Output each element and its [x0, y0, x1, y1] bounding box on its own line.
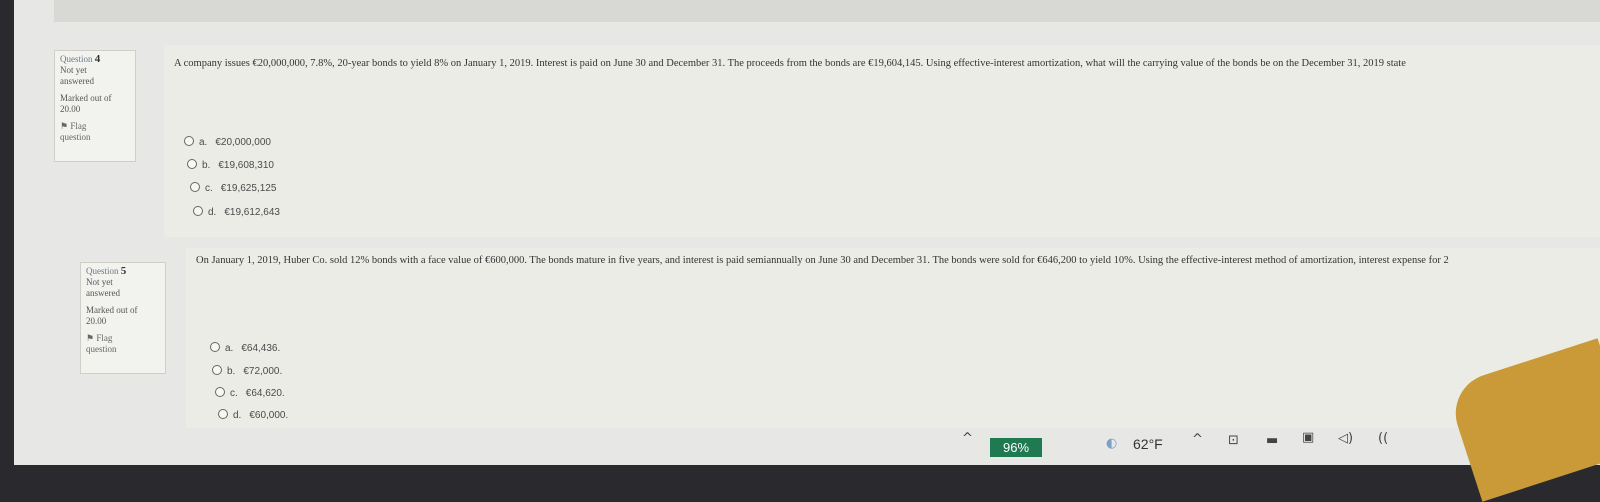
marked-line1: Marked out of	[86, 305, 138, 315]
battery-indicator[interactable]: 96%	[990, 438, 1042, 457]
chevron-up-icon[interactable]: ^	[962, 431, 973, 446]
taskbar	[0, 428, 1600, 465]
chevron-up-icon[interactable]: ^	[1192, 432, 1203, 447]
answer-option-5a[interactable]: a. €64,436.	[210, 342, 280, 354]
browser-screen: Question 4 Not yet answered Marked out o…	[14, 0, 1600, 465]
volume-icon[interactable]: ◁)	[1338, 431, 1353, 446]
marked-line1: Marked out of	[60, 93, 112, 103]
question-info-5: Question 5 Not yet answered Marked out o…	[80, 262, 166, 374]
radio-button[interactable]	[212, 365, 222, 375]
wifi-icon[interactable]: ((	[1378, 431, 1388, 446]
marked-line2: 20.00	[60, 104, 81, 114]
question-content-5	[186, 248, 1600, 428]
radio-button[interactable]	[187, 159, 197, 169]
marked-line2: 20.00	[86, 316, 107, 326]
status-line2: answered	[60, 76, 94, 86]
top-bar	[54, 0, 1600, 22]
answer-option-4c[interactable]: c. €19,625,125	[190, 182, 276, 194]
weather-icon[interactable]: ◐	[1106, 436, 1117, 451]
question-text-4: A company issues €20,000,000, 7.8%, 20-y…	[174, 58, 1406, 69]
question-info-4: Question 4 Not yet answered Marked out o…	[54, 50, 136, 162]
answer-option-4b[interactable]: b. €19,608,310	[187, 159, 274, 171]
temperature-label[interactable]: 62°F	[1133, 436, 1163, 452]
radio-button[interactable]	[210, 342, 220, 352]
status-line1: Not yet	[60, 65, 87, 75]
radio-button[interactable]	[215, 387, 225, 397]
answer-option-4d[interactable]: d. €19,612,643	[193, 206, 280, 218]
question-content-4	[164, 45, 1600, 237]
answer-option-4a[interactable]: a. €20,000,000	[184, 136, 271, 148]
radio-button[interactable]	[193, 206, 203, 216]
question-number: 4	[94, 53, 101, 65]
question-text-5: On January 1, 2019, Huber Co. sold 12% b…	[196, 255, 1449, 266]
answer-option-5c[interactable]: c. €64,620.	[215, 387, 285, 399]
flag-question-button[interactable]: ⚑ Flag	[60, 121, 130, 132]
flag-question-button[interactable]: ⚑ Flag	[86, 333, 160, 344]
answer-option-5b[interactable]: b. €72,000.	[212, 365, 282, 377]
status-line2: answered	[86, 288, 120, 298]
flag-icon: ⚑	[86, 333, 95, 343]
radio-button[interactable]	[190, 182, 200, 192]
flag-question-label: question	[60, 132, 91, 142]
question-number: 5	[120, 265, 127, 277]
flag-question-label: question	[86, 344, 117, 354]
flag-icon: ⚑	[60, 121, 69, 131]
answer-option-5d[interactable]: d. €60,000.	[218, 409, 288, 421]
radio-button[interactable]	[218, 409, 228, 419]
display-icon[interactable]: ▣	[1302, 430, 1314, 445]
question-label: Question	[86, 266, 119, 276]
camera-icon[interactable]: ▬	[1266, 433, 1278, 448]
question-label: Question	[60, 54, 93, 64]
radio-button[interactable]	[184, 136, 194, 146]
status-line1: Not yet	[86, 277, 113, 287]
notes-icon[interactable]: ⊡	[1228, 433, 1239, 448]
